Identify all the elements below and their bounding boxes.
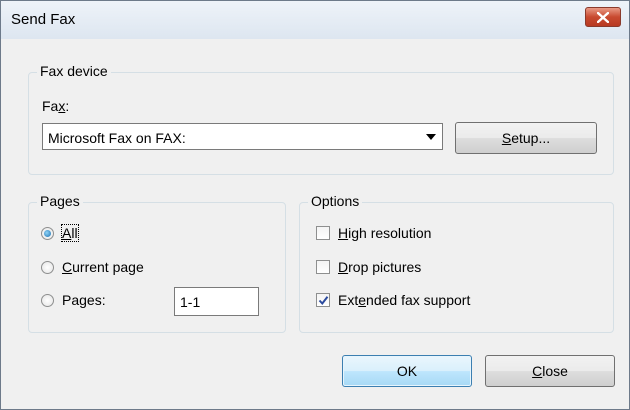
dialog-body: Fax device Fax: Microsoft Fax on FAX: Se… xyxy=(1,39,629,409)
setup-button-label: Setup... xyxy=(501,130,551,146)
extended-fax-support-checkbox[interactable] xyxy=(316,293,330,307)
high-resolution-label: High resolution xyxy=(338,225,432,241)
fax-device-group-label: Fax device xyxy=(37,63,111,79)
drop-pictures-label: Drop pictures xyxy=(338,259,422,275)
high-resolution-checkbox[interactable] xyxy=(316,226,330,240)
extended-fax-support-label: Extended fax support xyxy=(338,292,471,308)
pages-range-radio[interactable] xyxy=(41,293,54,307)
fax-select[interactable]: Microsoft Fax on FAX: xyxy=(42,123,443,150)
fax-device-group: Fax device Fax: Microsoft Fax on FAX: Se… xyxy=(28,63,614,175)
fax-select-value: Microsoft Fax on FAX: xyxy=(48,130,186,146)
close-icon xyxy=(597,11,609,23)
dropdown-arrow-icon[interactable] xyxy=(426,134,436,140)
title-bar[interactable]: Send Fax xyxy=(1,1,629,40)
pages-current-radio[interactable] xyxy=(41,260,54,274)
high-resolution-option[interactable]: High resolution xyxy=(316,225,431,241)
send-fax-dialog: Send Fax Fax device Fax: Microsoft Fax o… xyxy=(0,0,630,410)
pages-group: Pages All Current page Pages: 1-1 xyxy=(28,193,286,333)
setup-button[interactable]: Setup... xyxy=(455,122,597,154)
window-title: Send Fax xyxy=(11,11,76,28)
pages-current-option[interactable]: Current page xyxy=(41,259,144,275)
ok-button[interactable]: OK xyxy=(342,355,472,387)
drop-pictures-checkbox[interactable] xyxy=(316,260,330,274)
pages-range-label: Pages: xyxy=(62,292,106,308)
fax-label: Fax: xyxy=(42,98,70,114)
pages-range-option[interactable]: Pages: xyxy=(41,292,106,308)
pages-group-label: Pages xyxy=(37,193,83,209)
pages-all-label: All xyxy=(61,224,79,242)
close-button-label: Close xyxy=(532,363,568,379)
pages-all-option[interactable]: All xyxy=(41,224,79,242)
close-button[interactable]: Close xyxy=(485,355,615,387)
options-group-label: Options xyxy=(308,193,363,209)
pages-current-label: Current page xyxy=(62,259,144,275)
pages-range-input[interactable]: 1-1 xyxy=(174,287,259,316)
extended-fax-support-option[interactable]: Extended fax support xyxy=(316,292,470,308)
options-group: Options High resolution Drop pictures Ex… xyxy=(299,193,614,333)
checkmark-icon xyxy=(318,296,329,306)
pages-all-radio[interactable] xyxy=(41,226,54,240)
close-window-button[interactable] xyxy=(585,7,621,27)
drop-pictures-option[interactable]: Drop pictures xyxy=(316,259,421,275)
